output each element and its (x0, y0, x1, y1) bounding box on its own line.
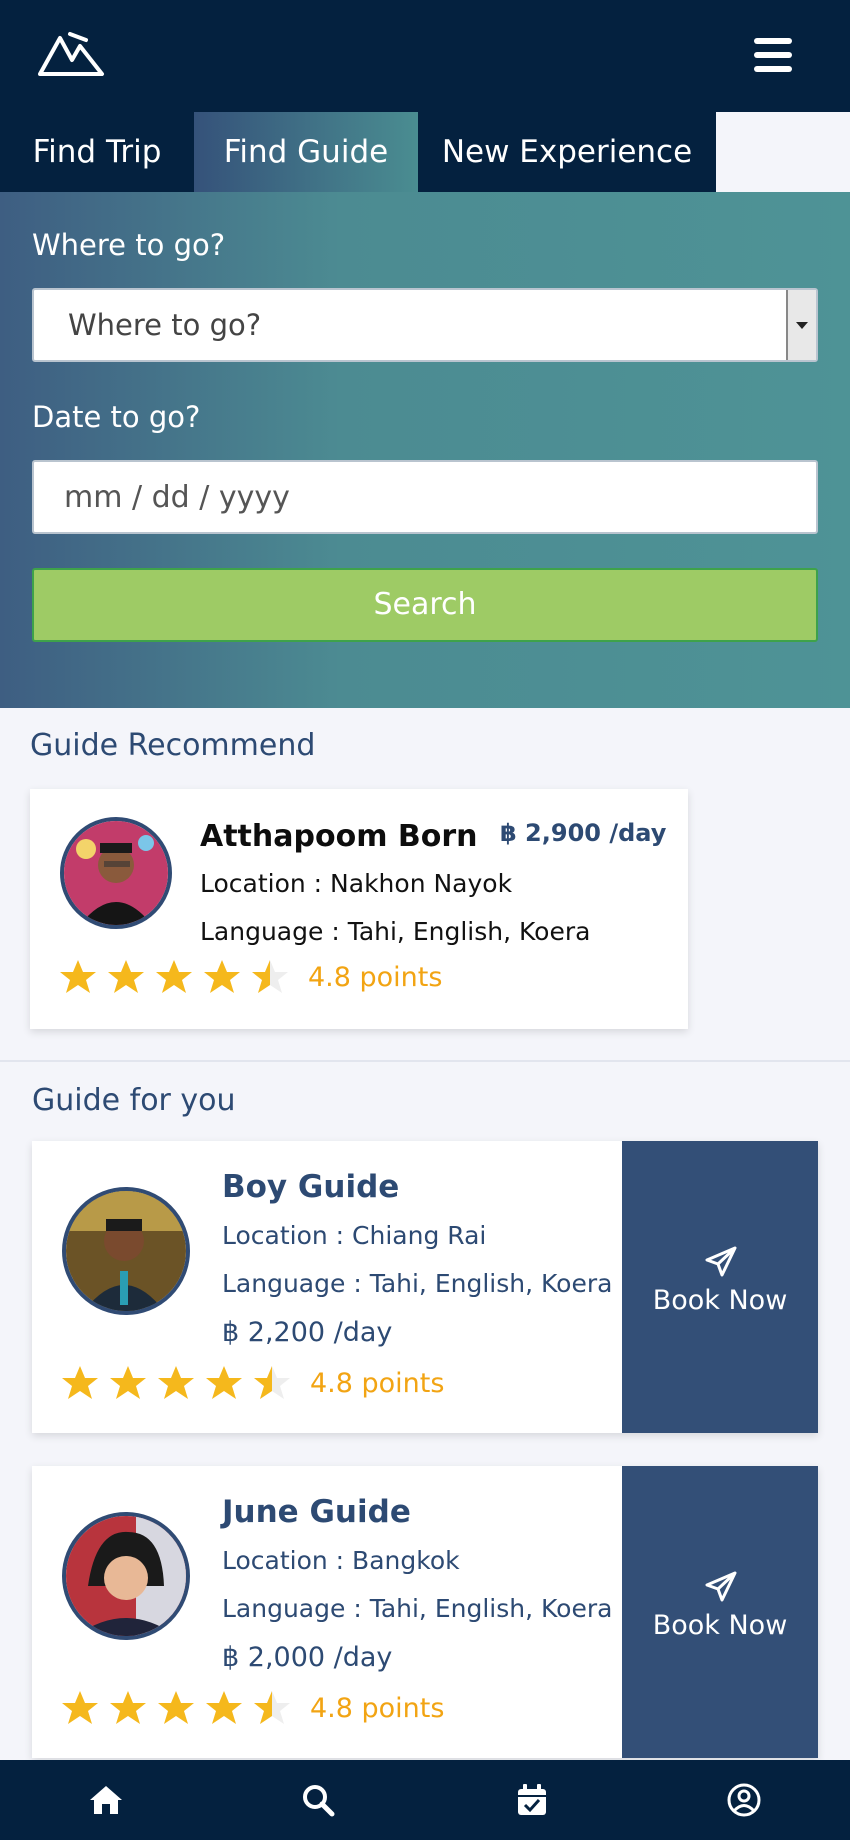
avatar (62, 1187, 190, 1315)
dropdown-arrow-icon[interactable] (786, 290, 816, 360)
book-now-button[interactable]: Book Now (622, 1141, 818, 1433)
star-icon (158, 1691, 194, 1724)
star-half-icon (254, 1366, 290, 1399)
rating-points: 4.8 points (310, 1367, 445, 1399)
rating-stars: 4.8 points (60, 1365, 444, 1401)
rating-stars: 4.8 points (58, 959, 442, 995)
paper-plane-icon (705, 1246, 737, 1277)
book-now-label: Book Now (652, 1285, 788, 1316)
date-label: Date to go? (32, 400, 201, 434)
guide-price: ฿ 2,200 /day (222, 1317, 393, 1348)
rating-points: 4.8 points (310, 1692, 445, 1724)
section-divider (0, 1060, 850, 1062)
star-half-icon (254, 1691, 290, 1724)
star-half-icon (252, 960, 288, 993)
where-select-value: Where to go? (68, 308, 262, 342)
search-icon[interactable] (300, 1782, 336, 1818)
star-icon (110, 1691, 146, 1724)
tab-new-experience[interactable]: New Experience (418, 112, 716, 192)
guide-price: ฿ 2,000 /day (222, 1642, 393, 1673)
menu-icon[interactable] (754, 38, 792, 72)
star-icon (206, 1691, 242, 1724)
guide-language: Language : Tahi, English, Koera (222, 1594, 613, 1623)
star-icon (108, 960, 144, 993)
section-title-recommend: Guide Recommend (30, 728, 316, 763)
avatar (62, 1512, 190, 1640)
where-label: Where to go? (32, 228, 226, 262)
guide-language: Language : Tahi, English, Koera (222, 1269, 613, 1298)
recommend-card[interactable]: Atthapoom Born ฿ 2,900 /day Location : N… (30, 789, 688, 1029)
avatar (60, 817, 172, 929)
guide-card[interactable]: June Guide Location : Bangkok Language :… (32, 1466, 818, 1758)
search-panel: Where to go? Where to go? Date to go? mm… (0, 192, 850, 708)
paper-plane-icon (705, 1571, 737, 1602)
tab-find-guide[interactable]: Find Guide (194, 112, 418, 192)
guide-location: Location : Bangkok (222, 1546, 460, 1575)
guide-name[interactable]: June Guide (222, 1494, 411, 1530)
rating-stars: 4.8 points (60, 1690, 444, 1726)
guide-name[interactable]: Atthapoom Born (200, 819, 478, 854)
guide-price: ฿ 2,900 /day (500, 819, 667, 847)
app-logo[interactable] (36, 30, 108, 80)
bottom-nav (0, 1760, 850, 1840)
book-now-label: Book Now (652, 1610, 788, 1641)
date-placeholder: mm / dd / yyyy (64, 480, 290, 515)
star-icon (62, 1366, 98, 1399)
tab-find-trip[interactable]: Find Trip (0, 112, 194, 192)
guide-card[interactable]: Boy Guide Location : Chiang Rai Language… (32, 1141, 818, 1433)
tab-bar: Find Trip Find Guide New Experience (0, 112, 850, 192)
star-icon (60, 960, 96, 993)
guide-language: Language : Tahi, English, Koera (200, 917, 591, 946)
search-button[interactable]: Search (32, 568, 818, 642)
star-icon (156, 960, 192, 993)
where-select[interactable]: Where to go? (32, 288, 818, 362)
guide-location: Location : Nakhon Nayok (200, 869, 513, 898)
top-bar (0, 0, 850, 112)
user-circle-icon[interactable] (726, 1782, 762, 1818)
guide-name[interactable]: Boy Guide (222, 1169, 399, 1205)
guide-location: Location : Chiang Rai (222, 1221, 487, 1250)
star-icon (110, 1366, 146, 1399)
star-icon (204, 960, 240, 993)
home-icon[interactable] (88, 1782, 124, 1818)
calendar-check-icon[interactable] (514, 1782, 550, 1818)
section-title-guides: Guide for you (32, 1083, 236, 1118)
star-icon (206, 1366, 242, 1399)
date-input[interactable]: mm / dd / yyyy (32, 460, 818, 534)
star-icon (62, 1691, 98, 1724)
rating-points: 4.8 points (308, 961, 443, 993)
star-icon (158, 1366, 194, 1399)
book-now-button[interactable]: Book Now (622, 1466, 818, 1758)
